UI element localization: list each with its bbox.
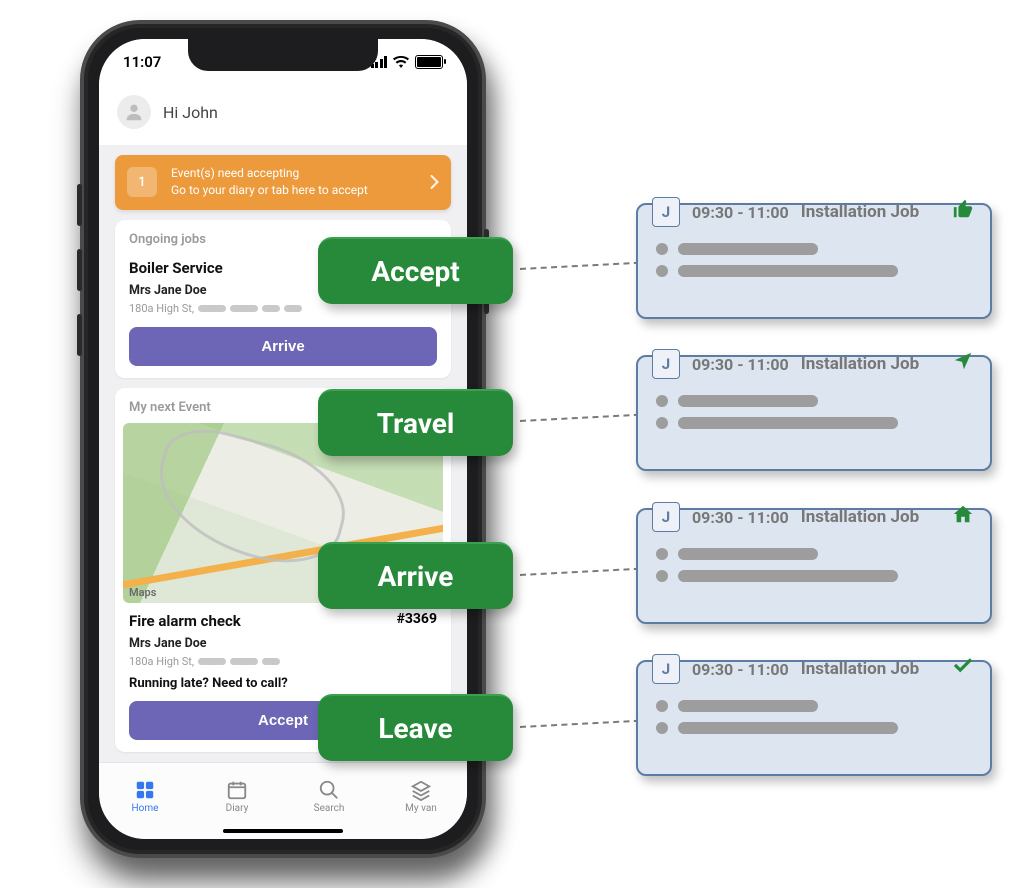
status-time: 11:07 — [123, 53, 161, 71]
calendar-icon — [226, 779, 248, 801]
next-event-customer: Mrs Jane Doe — [129, 636, 437, 651]
diary-card-accept[interactable]: J 09:30 - 11:00 Installation Job — [636, 203, 992, 319]
app-header: Hi John — [99, 85, 467, 145]
thumbs-up-icon — [950, 198, 976, 226]
navigate-icon — [950, 350, 976, 378]
greeting-text: Hi John — [163, 103, 218, 122]
arrive-button[interactable]: Arrive — [129, 327, 437, 366]
diary-card-tag: J — [652, 502, 680, 532]
diary-card-tag: J — [652, 197, 680, 227]
wifi-icon — [393, 56, 409, 68]
connector-line — [520, 720, 640, 728]
tab-home-label: Home — [132, 803, 159, 814]
action-pill-accept[interactable]: Accept — [318, 237, 513, 304]
check-icon — [950, 655, 976, 683]
tab-home[interactable]: Home — [99, 763, 191, 829]
diary-card-title: Installation Job — [801, 659, 938, 679]
diary-card-time: 09:30 - 11:00 — [692, 355, 789, 374]
house-icon — [950, 503, 976, 531]
ongoing-address: 180a High St, — [129, 302, 194, 315]
notice-line2: Go to your diary or tab here to accept — [171, 182, 416, 199]
battery-icon — [415, 55, 443, 69]
next-event-job-number: #3369 — [397, 611, 437, 627]
diary-card-travel[interactable]: J 09:30 - 11:00 Installation Job — [636, 355, 992, 471]
action-pill-arrive[interactable]: Arrive — [318, 542, 513, 609]
tab-diary[interactable]: Diary — [191, 763, 283, 829]
diary-card-time: 09:30 - 11:00 — [692, 660, 789, 679]
notice-line1: Event(s) need accepting — [171, 165, 416, 182]
diary-card-title: Installation Job — [801, 202, 938, 222]
map-attribution: Maps — [129, 586, 156, 599]
notice-count: 1 — [127, 167, 157, 197]
next-event-title: Fire alarm check — [129, 612, 241, 630]
diary-card-time: 09:30 - 11:00 — [692, 203, 789, 222]
diary-card-title: Installation Job — [801, 354, 938, 374]
tab-diary-label: Diary — [226, 803, 249, 814]
diary-card-tag: J — [652, 349, 680, 379]
connector-line — [520, 414, 640, 422]
action-pill-travel[interactable]: Travel — [318, 389, 513, 456]
diary-card-arrive[interactable]: J 09:30 - 11:00 Installation Job — [636, 508, 992, 624]
chevron-right-icon — [430, 175, 439, 189]
connector-line — [520, 568, 640, 576]
tab-bar: Home Diary Search My van — [99, 762, 467, 839]
next-event-section-title: My next Event — [129, 400, 211, 415]
home-grid-icon — [134, 779, 156, 801]
running-late-text[interactable]: Running late? Need to call? — [129, 676, 437, 691]
tab-my-van-label: My van — [405, 803, 437, 814]
connector-line — [520, 262, 640, 270]
search-icon — [318, 779, 340, 801]
tab-search-label: Search — [314, 803, 345, 814]
tab-search[interactable]: Search — [283, 763, 375, 829]
diary-card-tag: J — [652, 654, 680, 684]
next-event-address: 180a High St, — [129, 655, 194, 668]
notice-banner[interactable]: 1 Event(s) need accepting Go to your dia… — [115, 155, 451, 210]
avatar-icon[interactable] — [117, 95, 151, 129]
phone-notch — [188, 39, 378, 71]
action-pill-leave[interactable]: Leave — [318, 694, 513, 761]
home-indicator — [223, 829, 343, 833]
tab-my-van[interactable]: My van — [375, 763, 467, 829]
layers-icon — [410, 779, 432, 801]
diary-card-leave[interactable]: J 09:30 - 11:00 Installation Job — [636, 660, 992, 776]
diary-card-title: Installation Job — [801, 507, 938, 527]
diary-card-time: 09:30 - 11:00 — [692, 508, 789, 527]
